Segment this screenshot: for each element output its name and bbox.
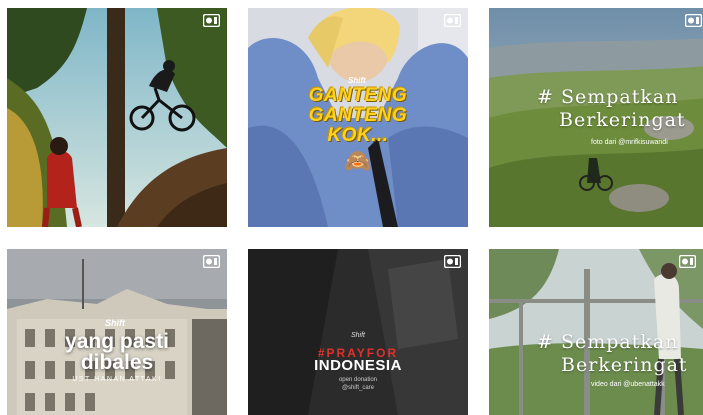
overlay-title: INDONESIA bbox=[314, 357, 402, 374]
post-tile-sempatkan-1[interactable]: # Sempatkan Berkeringat foto dari @mrifk… bbox=[489, 8, 703, 227]
overlay-text-line: # Sempatkan bbox=[537, 331, 679, 353]
brand-label: Shift bbox=[350, 332, 365, 339]
overlay-text-line: yang pasti bbox=[65, 330, 169, 353]
overlay-text-line: KOK... bbox=[327, 125, 389, 146]
post-tile-yang-pasti[interactable]: Shift yang pasti dibales UST HANAN ATTAK… bbox=[7, 249, 227, 415]
overlay-text-line: Berkeringat bbox=[559, 109, 686, 131]
video-icon bbox=[685, 14, 702, 27]
post-tile-sempatkan-2[interactable]: # Sempatkan Berkeringat video dari @uben… bbox=[489, 249, 703, 415]
donation-text: open donation bbox=[338, 377, 378, 383]
speaker-credit: UST HANAN ATTAKI bbox=[72, 376, 162, 383]
overlay-text-line: GANTENG bbox=[308, 105, 408, 126]
overlay-text-line: Berkeringat bbox=[561, 354, 688, 376]
overlay-text-line: dibales bbox=[80, 351, 154, 374]
video-icon bbox=[444, 14, 461, 27]
overlay-text-line: GANTENG bbox=[308, 85, 408, 106]
brand-label: Shift bbox=[105, 318, 125, 328]
donation-handle: @shift_care bbox=[341, 385, 375, 391]
brand-label: Shift bbox=[348, 76, 366, 85]
post-tile-pray-for-indonesia[interactable]: Shift #PRAYFOR INDONESIA open donation @… bbox=[248, 249, 468, 415]
video-icon bbox=[203, 14, 220, 27]
post-tile-ganteng[interactable]: Shift GANTENG GANTENG KOK... 🙈 bbox=[248, 8, 468, 227]
post-tile-mountain-bike[interactable] bbox=[7, 8, 227, 227]
video-icon bbox=[203, 255, 220, 268]
monkey-emoji-icon: 🙈 bbox=[344, 148, 372, 173]
post-image-mountain-bike bbox=[7, 8, 227, 227]
video-icon bbox=[444, 255, 461, 268]
photo-credit: foto dari @mrifkisuwandi bbox=[591, 139, 668, 146]
video-icon bbox=[679, 255, 696, 268]
overlay-text-line: # Sempatkan bbox=[537, 86, 679, 108]
post-grid: Shift GANTENG GANTENG KOK... 🙈 # Sempatk… bbox=[0, 0, 703, 415]
video-credit: video dari @ubenattakk bbox=[591, 381, 665, 388]
